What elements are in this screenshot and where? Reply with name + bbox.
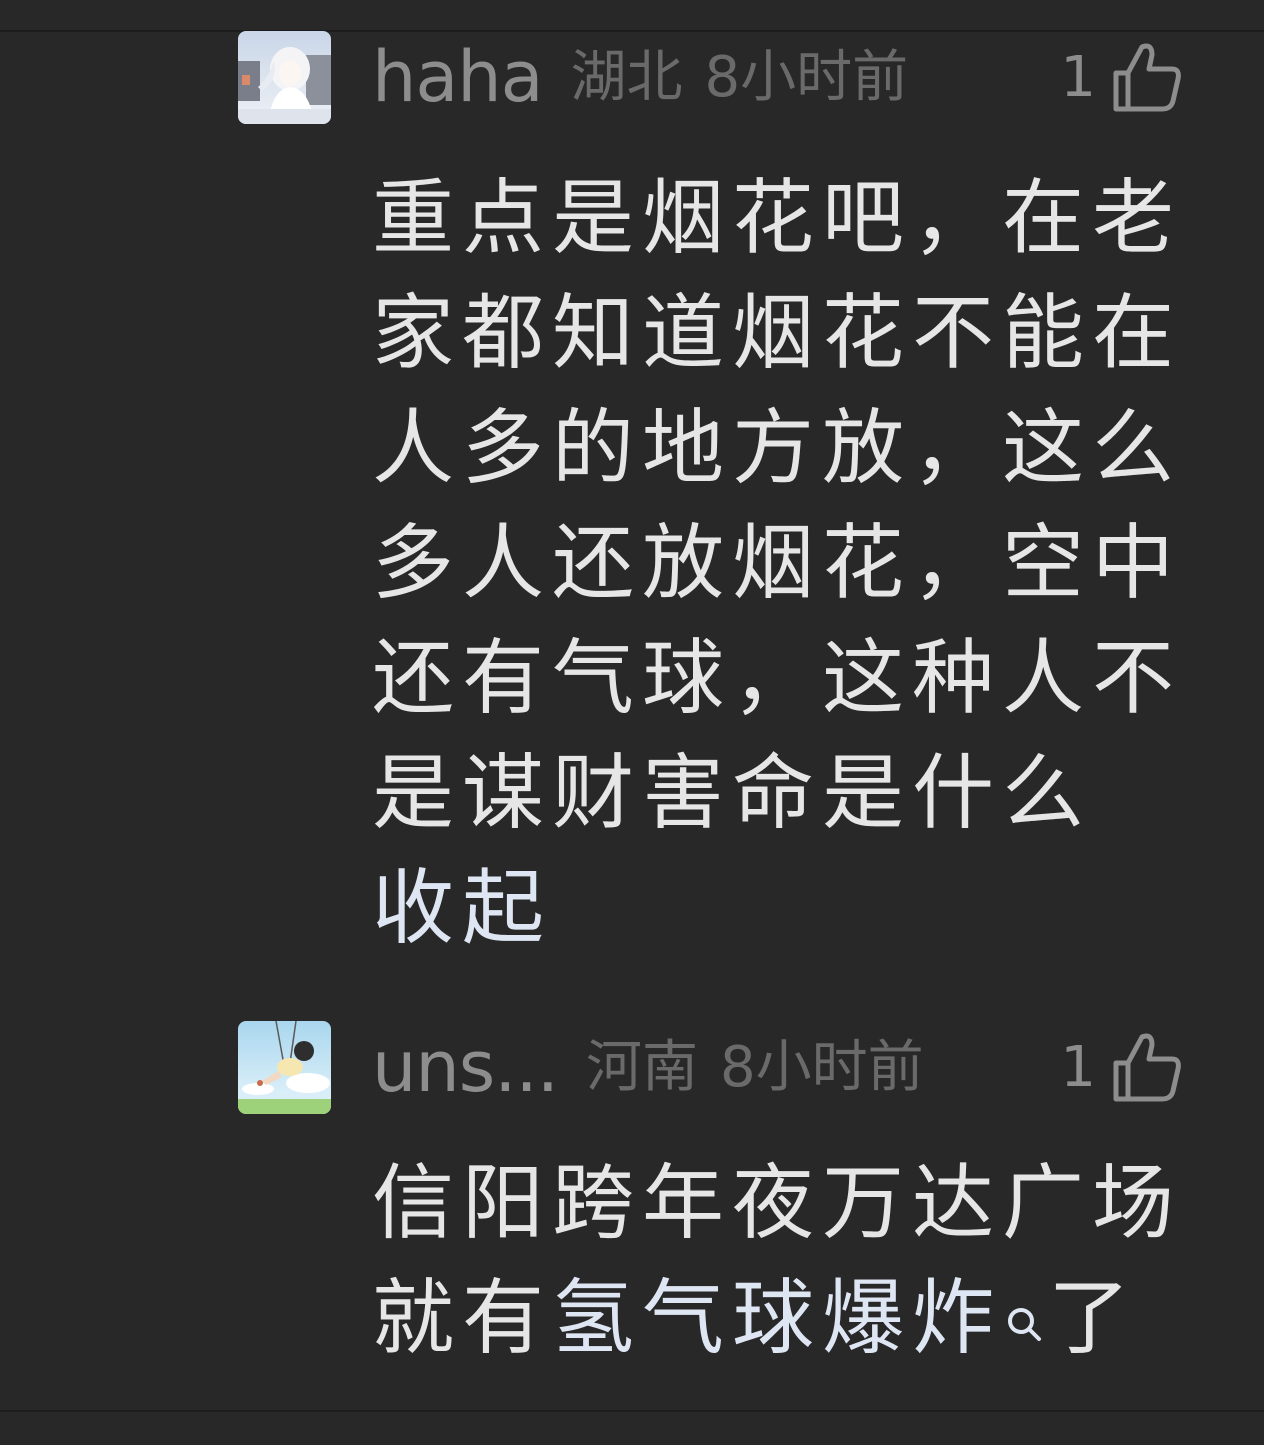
comment-text-after: 了	[1048, 1271, 1139, 1366]
username[interactable]: haha	[372, 31, 544, 124]
username[interactable]: uns...	[372, 1021, 559, 1114]
thumbs-up-icon[interactable]	[1110, 39, 1186, 115]
comment-meta: haha 湖北 8小时前 1	[372, 31, 1192, 124]
comment-text: 信阳跨年夜万达广场就有氢气球爆炸了	[372, 1146, 1202, 1376]
comment-meta: uns... 河南 8小时前 1	[372, 1021, 1192, 1114]
search-keyword-link[interactable]: 氢气球爆炸	[552, 1271, 1002, 1366]
comment-item: haha 湖北 8小时前 1 重点是烟花吧，在老家都知道烟花不能在人多的地方放，…	[238, 31, 1198, 956]
like-count: 1	[1060, 45, 1096, 110]
swing-girl-avatar-image	[238, 1021, 331, 1114]
avatar[interactable]	[238, 1021, 331, 1114]
comment-list-page: haha 湖北 8小时前 1 重点是烟花吧，在老家都知道烟花不能在人多的地方放，…	[0, 0, 1264, 1445]
timestamp: 8小时前	[704, 45, 909, 110]
divider	[0, 1410, 1264, 1412]
like-count: 1	[1060, 1035, 1096, 1100]
comment-text-content: 重点是烟花吧，在老家都知道烟花不能在人多的地方放，这么多人还放烟花，空中还有气球…	[372, 171, 1183, 841]
anime-girl-avatar-image	[238, 31, 331, 124]
location: 湖北	[570, 45, 683, 110]
comment-text: 重点是烟花吧，在老家都知道烟花不能在人多的地方放，这么多人还放烟花，空中还有气球…	[372, 161, 1202, 966]
timestamp: 8小时前	[719, 1035, 924, 1100]
thumbs-up-icon[interactable]	[1110, 1029, 1186, 1105]
comment-item: uns... 河南 8小时前 1 信阳跨年夜万达广场就有氢气球爆炸了	[238, 1021, 1198, 1401]
collapse-link[interactable]: 收起	[372, 851, 1202, 966]
avatar[interactable]	[238, 31, 331, 124]
location: 河南	[585, 1035, 698, 1100]
search-icon[interactable]	[1004, 1304, 1044, 1344]
